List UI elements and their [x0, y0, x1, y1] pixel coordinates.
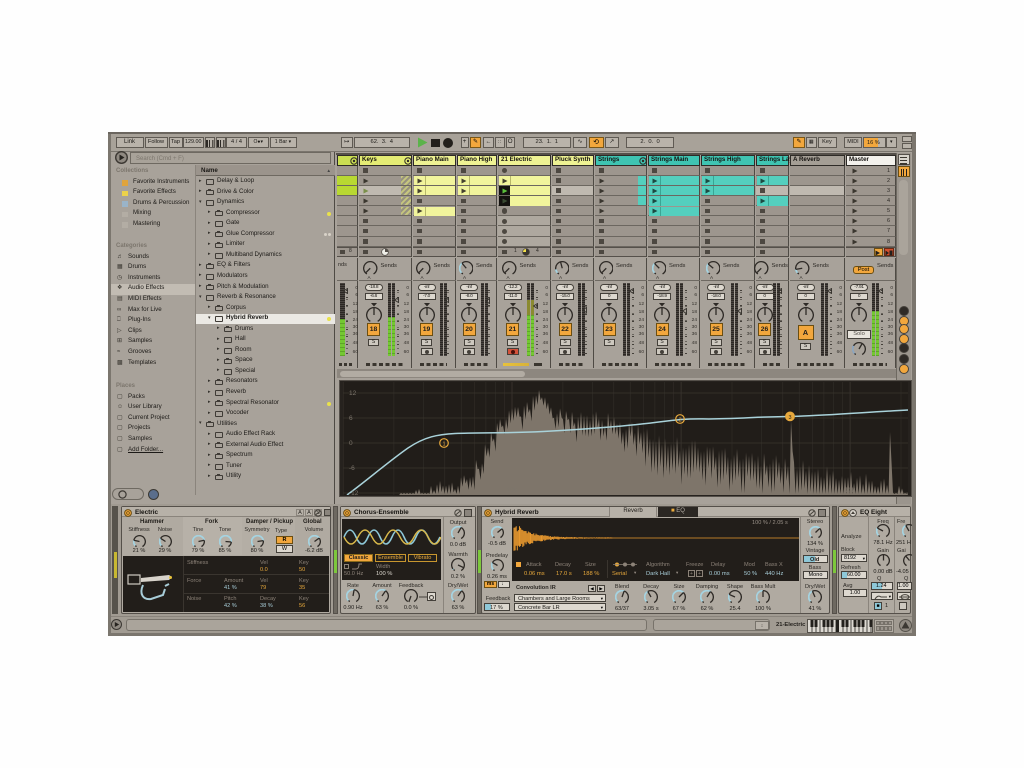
svg-text:12: 12 [349, 390, 357, 397]
svg-text:1k: 1k [678, 487, 686, 494]
svg-text:6: 6 [349, 415, 353, 422]
svg-text:2: 2 [678, 418, 681, 424]
svg-text:-6: -6 [349, 465, 355, 472]
svg-text:3: 3 [788, 415, 791, 421]
svg-text:-12: -12 [349, 490, 359, 495]
svg-text:0: 0 [349, 440, 353, 447]
svg-text:1: 1 [442, 442, 445, 448]
svg-text:100: 100 [507, 487, 518, 494]
svg-text:10k: 10k [845, 487, 856, 494]
